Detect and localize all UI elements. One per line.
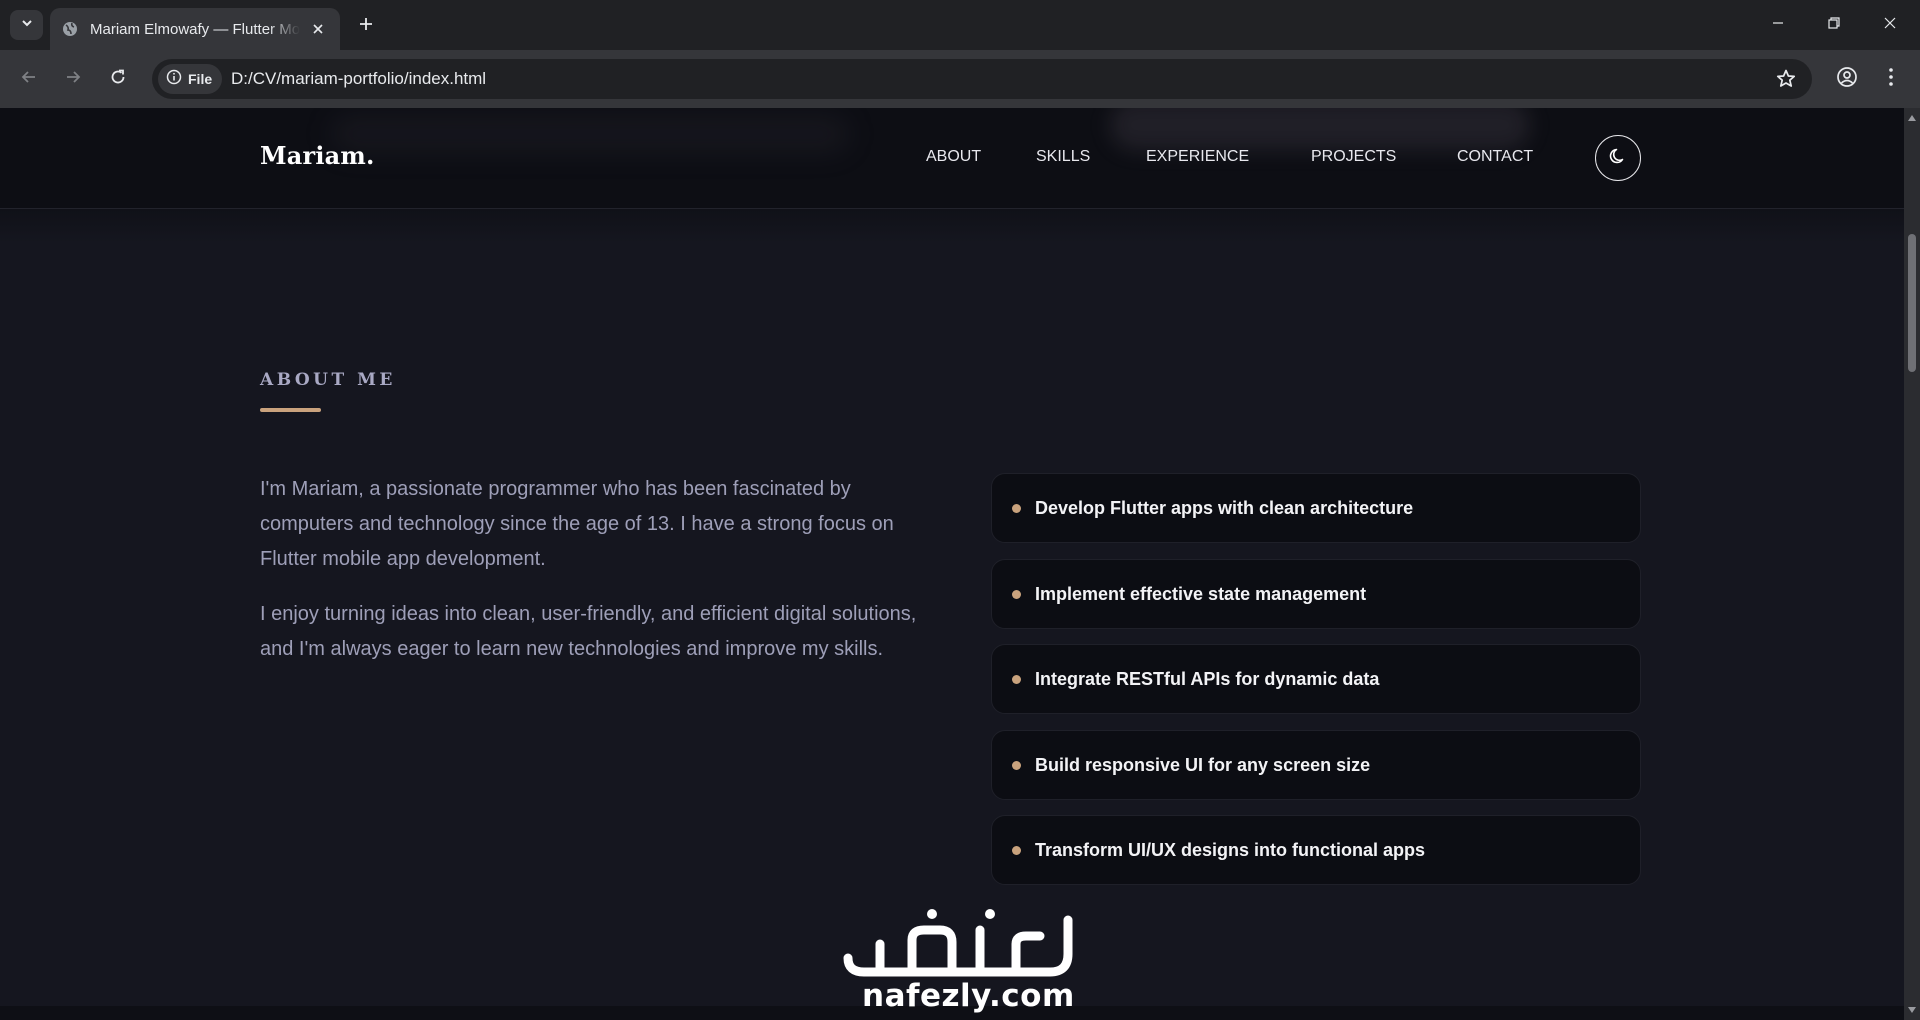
bullet-dot: [1012, 845, 1021, 855]
info-icon: [166, 69, 182, 90]
minimize-button[interactable]: [1750, 0, 1806, 50]
header-shadow: [0, 209, 1904, 243]
bullet-dot: [1012, 503, 1021, 513]
nav-link-skills[interactable]: SKILLS: [1036, 148, 1090, 166]
theme-toggle-button[interactable]: [1595, 135, 1641, 181]
tab-search-button[interactable]: [10, 10, 43, 40]
browser-tabstrip: Mariam Elmowafy — Flutter Mobile Develop…: [0, 0, 1920, 50]
bullet-dot: [1012, 760, 1021, 770]
page-viewport: Mariam. ABOUT SKILLS EXPERIENCE PROJECTS…: [0, 108, 1904, 1020]
highlight-card: Implement effective state management: [991, 559, 1641, 629]
page-scrollbar[interactable]: [1904, 108, 1920, 1020]
bio-paragraph: I enjoy turning ideas into clean, user-f…: [260, 603, 917, 660]
scroll-up-arrow[interactable]: [1904, 110, 1920, 126]
site-chip-label: File: [188, 71, 213, 87]
reload-button[interactable]: [101, 62, 135, 96]
highlight-card: Develop Flutter apps with clean architec…: [991, 473, 1641, 543]
bullet-dot: [1012, 674, 1021, 684]
globe-icon: [62, 21, 78, 37]
browser-menu-button[interactable]: [1874, 62, 1908, 96]
highlight-text: Transform UI/UX designs into functional …: [1035, 839, 1426, 860]
triangle-up-icon: [1907, 109, 1917, 127]
triangle-down-icon: [1907, 1001, 1917, 1019]
site-logo[interactable]: Mariam.: [260, 141, 375, 170]
header-glow: [1110, 108, 1530, 150]
new-tab-button[interactable]: [352, 12, 380, 40]
restore-button[interactable]: [1806, 0, 1862, 50]
highlight-text: Develop Flutter apps with clean architec…: [1035, 497, 1414, 518]
arrow-left-icon: [20, 68, 38, 91]
tab-close-icon[interactable]: [308, 19, 328, 39]
chevron-down-icon: [20, 16, 34, 35]
highlight-text: Build responsive UI for any screen size: [1035, 754, 1371, 775]
highlight-card: Build responsive UI for any screen size: [991, 730, 1641, 800]
bio-paragraph: I'm Mariam, a passionate programmer who …: [260, 478, 894, 570]
browser-tab-active[interactable]: Mariam Elmowafy — Flutter Mobile Develop…: [50, 8, 340, 50]
close-icon: [1883, 16, 1897, 35]
account-icon: [1836, 66, 1858, 93]
nafezly-arabic-logo: [843, 909, 1073, 977]
nav-link-contact[interactable]: CONTACT: [1457, 148, 1533, 166]
bullet-dot: [1012, 589, 1021, 599]
highlight-text: Integrate RESTful APIs for dynamic data: [1035, 668, 1380, 689]
browser-toolbar: File D:/CV/mariam-portfolio/index.html: [0, 50, 1920, 108]
site-header: Mariam. ABOUT SKILLS EXPERIENCE PROJECTS…: [0, 108, 1904, 209]
more-vertical-icon: [1888, 67, 1894, 92]
forward-button[interactable]: [56, 62, 90, 96]
back-button[interactable]: [12, 62, 46, 96]
highlight-card: Integrate RESTful APIs for dynamic data: [991, 644, 1641, 714]
nav-link-projects[interactable]: PROJECTS: [1311, 148, 1396, 166]
moon-icon: [1608, 146, 1628, 171]
tab-title: Mariam Elmowafy — Flutter Mobile Develop…: [90, 20, 300, 38]
minimize-icon: [1771, 16, 1785, 35]
scrollbar-thumb[interactable]: [1908, 234, 1916, 372]
bookmark-star-icon[interactable]: [1774, 67, 1798, 91]
plus-icon: [358, 16, 374, 37]
nafezly-watermark: nafezly.com: [840, 900, 1080, 1020]
highlight-card: Transform UI/UX designs into functional …: [991, 815, 1641, 885]
arrow-right-icon: [64, 68, 82, 91]
nav-link-experience[interactable]: EXPERIENCE: [1146, 148, 1249, 166]
scroll-down-arrow[interactable]: [1904, 1002, 1920, 1018]
close-window-button[interactable]: [1862, 0, 1918, 50]
url-text[interactable]: D:/CV/mariam-portfolio/index.html: [231, 69, 486, 89]
nav-link-about[interactable]: ABOUT: [926, 148, 981, 166]
nafezly-domain-text: nafezly.com: [862, 978, 1075, 1014]
site-info-chip[interactable]: File: [158, 64, 223, 94]
reload-icon: [109, 68, 127, 91]
section-label: ABOUT ME: [260, 370, 396, 390]
address-bar[interactable]: File D:/CV/mariam-portfolio/index.html: [152, 59, 1812, 99]
restore-icon: [1827, 16, 1841, 35]
highlight-text: Implement effective state management: [1035, 583, 1367, 604]
section-underline: [260, 408, 321, 412]
header-glow: [330, 116, 850, 152]
profile-button[interactable]: [1830, 62, 1864, 96]
